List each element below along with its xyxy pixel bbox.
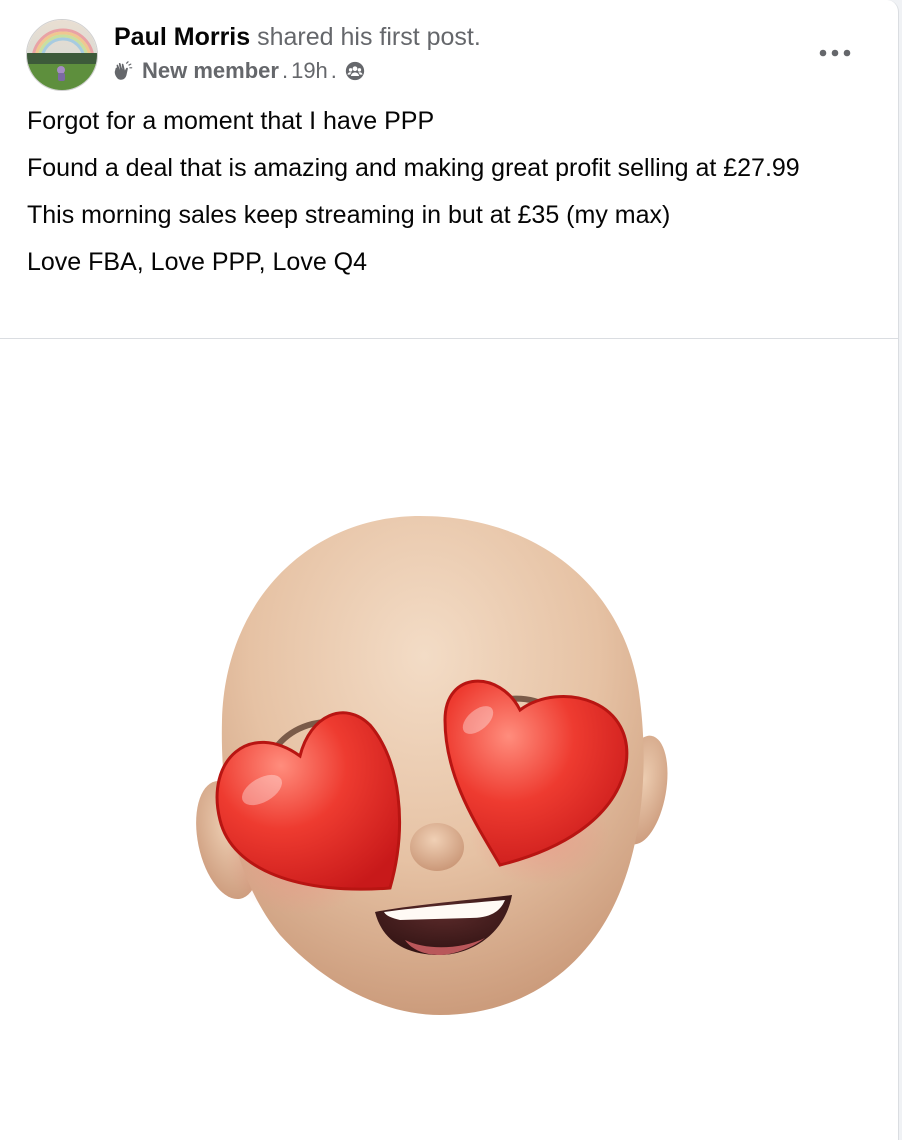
more-options-button[interactable] <box>812 36 858 70</box>
author-avatar[interactable] <box>26 19 98 91</box>
post-paragraph: Love FBA, Love PPP, Love Q4 <box>27 248 368 276</box>
post-card: Paul Morris shared his first post. New m… <box>0 0 899 1140</box>
meta-separator: . <box>330 58 337 83</box>
post-paragraph: Forgot for a moment that I have PPP <box>27 107 435 135</box>
post-action-text: shared his first post. <box>257 23 481 51</box>
post-paragraph: This morning sales keep streaming in but… <box>27 201 671 229</box>
post-paragraph: Found a deal that is amazing and making … <box>27 154 800 182</box>
member-badge-label[interactable]: New member <box>142 57 279 85</box>
author-line: Paul Morris shared his first post. <box>114 21 481 53</box>
post-meta: New member . 19h . <box>112 57 366 85</box>
author-name[interactable]: Paul Morris <box>114 23 250 51</box>
post-message: Forgot for a moment that I have PPP Foun… <box>27 104 857 292</box>
group-audience-icon[interactable] <box>344 60 366 82</box>
more-options-icon <box>819 49 851 57</box>
avatar-image <box>27 20 97 90</box>
post-timestamp[interactable]: 19h <box>291 57 328 85</box>
post-header: Paul Morris shared his first post. New m… <box>0 0 898 100</box>
heart-eyes-memoji <box>196 516 668 1015</box>
waving-hand-icon <box>114 61 133 80</box>
post-media-image[interactable] <box>0 339 898 1128</box>
meta-separator: . <box>281 58 289 83</box>
